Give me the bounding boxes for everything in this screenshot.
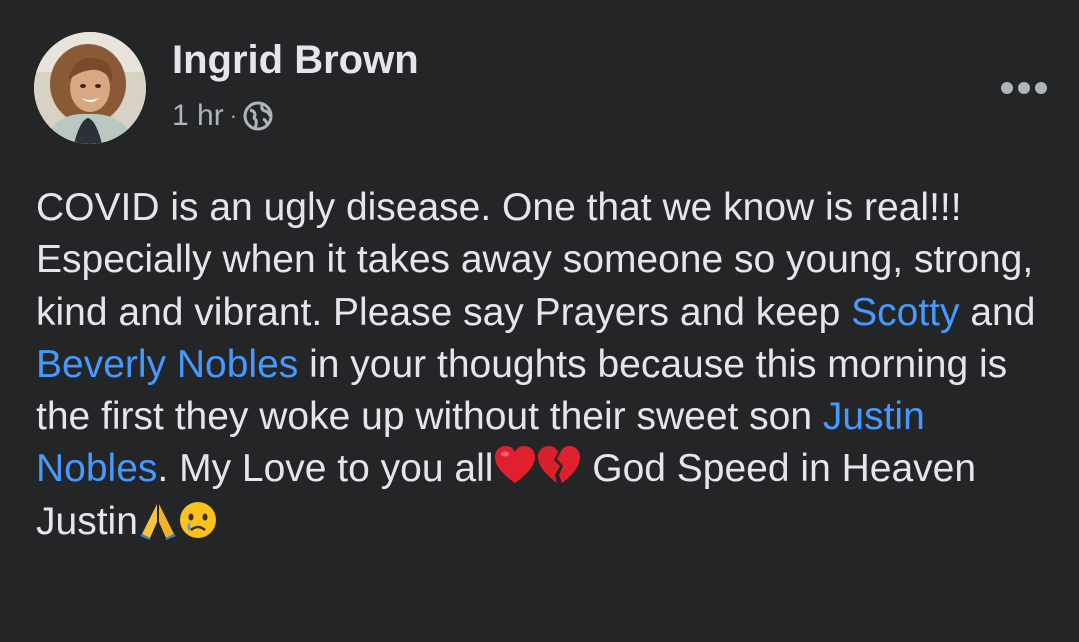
author-name[interactable]: Ingrid Brown — [172, 36, 419, 84]
broken-heart-emoji — [537, 443, 581, 487]
avatar-photo — [34, 32, 146, 144]
post-meta: 1 hr · — [172, 96, 273, 136]
crying-face-emoji — [178, 500, 218, 540]
more-options-icon — [1001, 82, 1047, 94]
more-options-button[interactable] — [996, 70, 1052, 106]
facebook-post: Ingrid Brown 1 hr · COVID is an ugly dis… — [0, 0, 1079, 642]
globe-icon[interactable] — [243, 101, 273, 131]
meta-separator: · — [229, 103, 238, 128]
post-text-and: and — [959, 290, 1036, 334]
post-body: COVID is an ugly disease. One that we kn… — [36, 182, 1066, 548]
mention-scotty[interactable]: Scotty — [851, 291, 959, 334]
red-heart-emoji — [493, 443, 537, 487]
author-avatar[interactable] — [34, 32, 146, 144]
post-timestamp[interactable]: 1 hr — [172, 99, 224, 133]
mention-beverly-nobles[interactable]: Beverly Nobles — [36, 343, 298, 386]
post-text-part3: . My Love to you all — [157, 447, 494, 491]
folded-hands-emoji — [138, 500, 178, 540]
